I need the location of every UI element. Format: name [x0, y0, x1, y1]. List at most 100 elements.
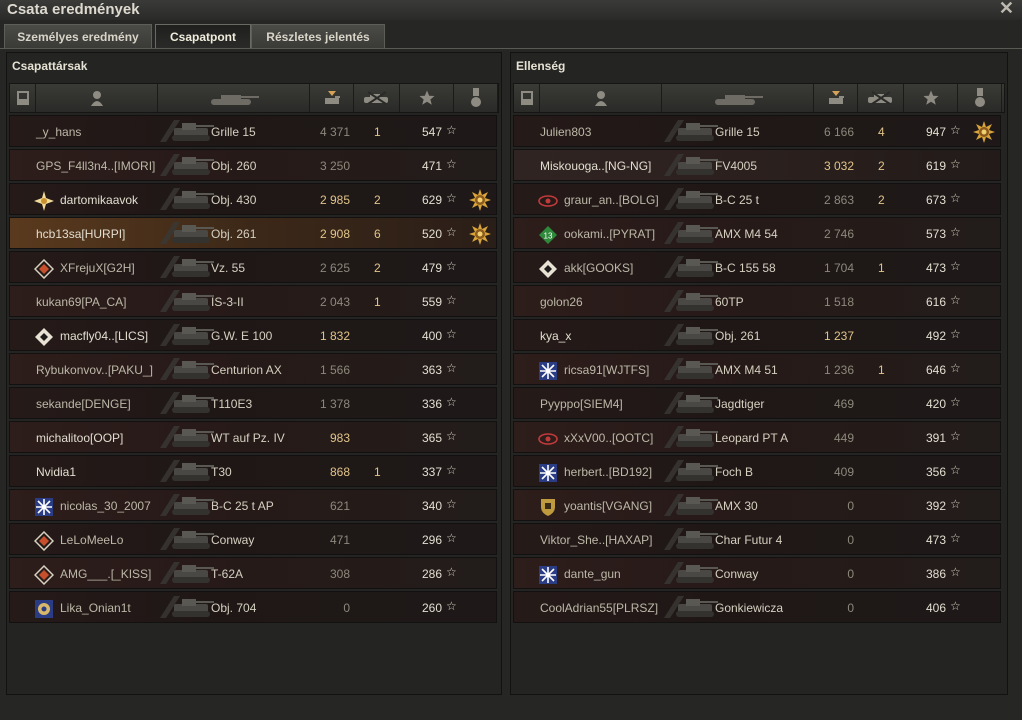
- xp-value: 337: [421, 465, 442, 479]
- medal-icon[interactable]: [469, 189, 491, 211]
- xp-value: 619: [925, 159, 946, 173]
- player-row[interactable]: sekande[DENGE] T110E3 1 378 336 ☆: [9, 387, 497, 419]
- player-row[interactable]: dante_gun Conway 0 386 ☆: [513, 557, 1001, 589]
- tank-icon: [664, 594, 719, 620]
- medal-icon[interactable]: [454, 84, 498, 112]
- player-row[interactable]: LeLoMeeLo Conway 471 296 ☆: [9, 523, 497, 555]
- clan-badge-icon: [538, 565, 557, 584]
- tank-name: IS-3-II: [211, 295, 244, 309]
- star-icon: ☆: [950, 123, 961, 137]
- player-row[interactable]: xXxV00..[OOTC] Leopard PT A 449 391 ☆: [513, 421, 1001, 453]
- tank-icon: [160, 220, 215, 246]
- tank-icon[interactable]: [662, 84, 814, 112]
- player-icon[interactable]: [540, 84, 662, 112]
- player-row[interactable]: Miskouoga..[NG-NG] FV4005 3 032 2 619 ☆: [513, 149, 1001, 181]
- player-name: Pyyppo[SIEM4]: [540, 397, 623, 411]
- damage-value: 0: [847, 601, 854, 615]
- tab-personal-results[interactable]: Személyes eredmény: [4, 24, 152, 48]
- tank-icon: [664, 458, 719, 484]
- damage-value: 0: [847, 499, 854, 513]
- player-row[interactable]: kya_x Obj. 261 1 237 492 ☆: [513, 319, 1001, 351]
- tank-name: Grille 15: [715, 125, 760, 139]
- tank-icon: [664, 118, 719, 144]
- player-row[interactable]: AMG___.[_KISS] T-62A 308 286 ☆: [9, 557, 497, 589]
- kills-icon[interactable]: [354, 84, 400, 112]
- player-row[interactable]: yoantis[VGANG] AMX 30 0 392 ☆: [513, 489, 1001, 521]
- tank-name: B-C 25 t AP: [211, 499, 274, 513]
- xp-value: 473: [925, 261, 946, 275]
- tank-icon[interactable]: [158, 84, 310, 112]
- medal-icon[interactable]: [958, 84, 1002, 112]
- clan-badge-icon: [538, 259, 557, 278]
- tab-detailed-report[interactable]: Részletes jelentés: [251, 24, 385, 48]
- close-icon[interactable]: ✕: [999, 0, 1014, 18]
- squad-icon[interactable]: [10, 84, 36, 112]
- kills-icon[interactable]: [858, 84, 904, 112]
- xp-star-icon[interactable]: [904, 84, 958, 112]
- damage-value: 2 908: [319, 227, 350, 241]
- kills-value: 4: [878, 125, 885, 139]
- tank-name: T110E3: [211, 397, 253, 411]
- medal-icon[interactable]: [973, 121, 995, 143]
- squad-icon[interactable]: [514, 84, 540, 112]
- player-row[interactable]: Nvidia1 T30 868 1 337 ☆: [9, 455, 497, 487]
- player-row[interactable]: ricsa91[WJTFS] AMX M4 51 1 236 1 646 ☆: [513, 353, 1001, 385]
- tank-icon: [160, 492, 215, 518]
- player-row[interactable]: 13 ookami..[PYRAT] AMX M4 54 2 746 573 ☆: [513, 217, 1001, 249]
- damage-value: 983: [329, 431, 350, 445]
- tank-name: Conway: [211, 533, 255, 547]
- xp-value: 406: [925, 601, 946, 615]
- player-name: ookami..[PYRAT]: [564, 227, 656, 241]
- player-row[interactable]: akk[GOOKS] B-C 155 58 1 704 1 473 ☆: [513, 251, 1001, 283]
- tank-name: AMX 30: [715, 499, 758, 513]
- xp-value: 573: [925, 227, 946, 241]
- clan-badge-icon: [538, 463, 557, 482]
- player-row[interactable]: Pyyppo[SIEM4] Jagdtiger 469 420 ☆: [513, 387, 1001, 419]
- player-row[interactable]: Lika_Onian1t Obj. 704 0 260 ☆: [9, 591, 497, 623]
- player-icon[interactable]: [36, 84, 158, 112]
- player-row[interactable]: kukan69[PA_CA] IS-3-II 2 043 1 559 ☆: [9, 285, 497, 317]
- damage-value: 1 566: [319, 363, 350, 377]
- player-row[interactable]: dartomikaavok Obj. 430 2 985 2 629 ☆: [9, 183, 497, 215]
- kills-value: 1: [374, 125, 381, 139]
- star-icon: ☆: [950, 225, 961, 239]
- player-row[interactable]: nicolas_30_2007 B-C 25 t AP 621 340 ☆: [9, 489, 497, 521]
- tab-team-score[interactable]: Csapatpont: [155, 24, 251, 48]
- player-row[interactable]: hcb13sa[HURPI] Obj. 261 2 908 6 520 ☆: [9, 217, 497, 249]
- xp-value: 471: [421, 159, 442, 173]
- medal-icon[interactable]: [469, 223, 491, 245]
- player-name: herbert..[BD192]: [564, 465, 653, 479]
- player-row[interactable]: macfly04..[LICS] G.W. E 100 1 832 400 ☆: [9, 319, 497, 351]
- tank-name: T30: [211, 465, 232, 479]
- tank-name: Vz. 55: [211, 261, 246, 275]
- damage-icon[interactable]: [310, 84, 354, 112]
- player-row[interactable]: GPS_F4ll3n4..[IMORI] Obj. 260 3 250 471 ☆: [9, 149, 497, 181]
- star-icon: ☆: [446, 463, 457, 477]
- player-row[interactable]: graur_an..[BOLG] B-C 25 t 2 863 2 673 ☆: [513, 183, 1001, 215]
- damage-value: 2 746: [823, 227, 854, 241]
- player-row[interactable]: Julien803 Grille 15 6 166 4 947 ☆: [513, 115, 1001, 147]
- clan-badge-icon: [34, 599, 53, 618]
- player-name: yoantis[VGANG]: [564, 499, 653, 513]
- player-name: hcb13sa[HURPI]: [36, 227, 126, 241]
- player-row[interactable]: herbert..[BD192] Foch B 409 356 ☆: [513, 455, 1001, 487]
- damage-icon[interactable]: [814, 84, 858, 112]
- player-name: Nvidia1: [36, 465, 77, 479]
- xp-star-icon[interactable]: [400, 84, 454, 112]
- star-icon: ☆: [950, 531, 961, 545]
- player-row[interactable]: XFrejuX[G2H] Vz. 55 2 625 2 479 ☆: [9, 251, 497, 283]
- player-row[interactable]: CoolAdrian55[PLRSZ] Gonkiewicza 0 406 ☆: [513, 591, 1001, 623]
- star-icon: ☆: [446, 157, 457, 171]
- tank-icon: [160, 526, 215, 552]
- tank-name: Obj. 704: [211, 601, 257, 615]
- player-row[interactable]: golon26 60TP 1 518 616 ☆: [513, 285, 1001, 317]
- player-row[interactable]: michalitoo[OOP] WT auf Pz. IV 983 365 ☆: [9, 421, 497, 453]
- player-row[interactable]: Rybukonvov..[PAKU_] Centurion AX 1 566 363 ☆: [9, 353, 497, 385]
- player-row[interactable]: _y_hans Grille 15 4 371 1 547 ☆: [9, 115, 497, 147]
- xp-value: 547: [421, 125, 442, 139]
- player-row[interactable]: Viktor_She..[HAXAP] Char Futur 4 0 473 ☆: [513, 523, 1001, 555]
- player-name: GPS_F4ll3n4..[IMORI]: [36, 159, 156, 173]
- star-icon: ☆: [950, 327, 961, 341]
- tank-name: Char Futur 4: [715, 533, 783, 547]
- star-icon: ☆: [950, 259, 961, 273]
